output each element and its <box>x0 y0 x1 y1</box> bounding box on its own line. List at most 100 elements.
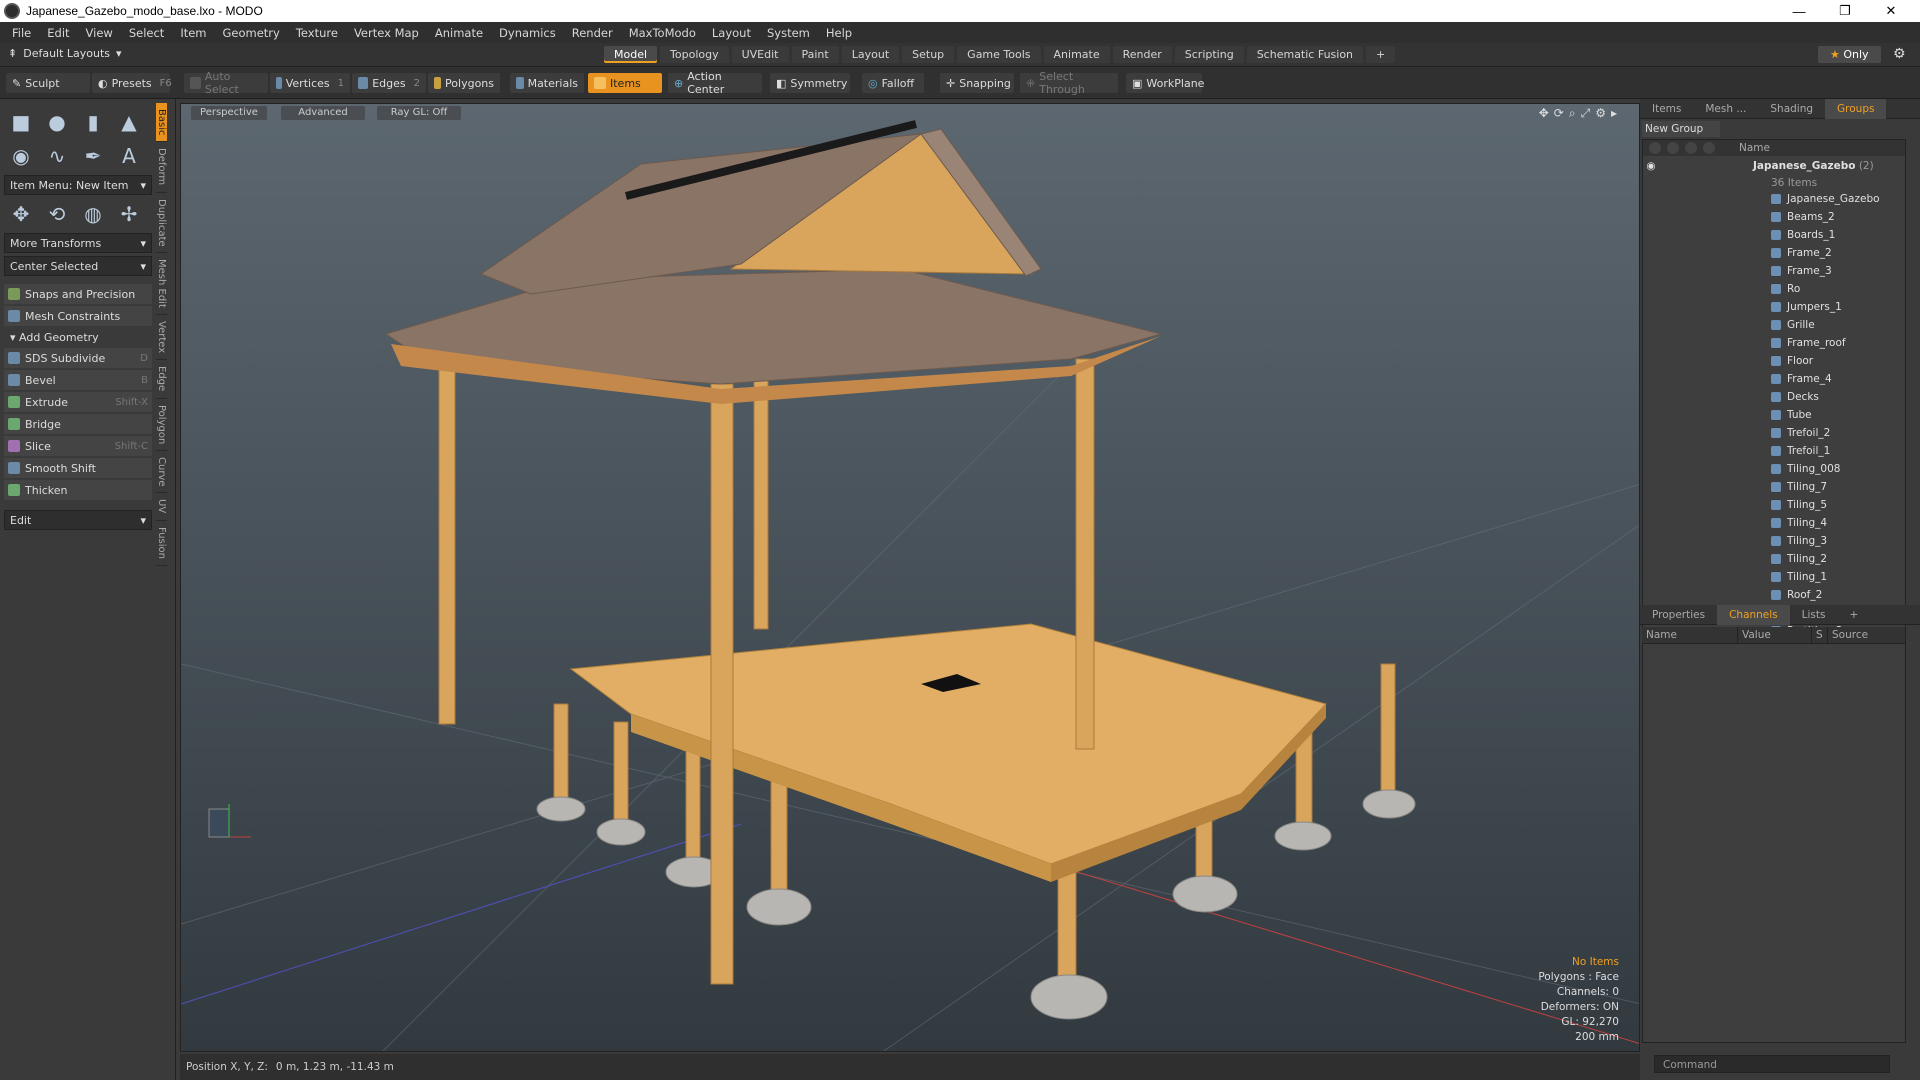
zoom-icon[interactable]: ⌕ <box>1569 106 1576 121</box>
auto-select-button[interactable]: Auto Select <box>184 70 268 96</box>
tree-item-row[interactable]: Tiling_2 <box>1643 550 1905 568</box>
only-toggle[interactable]: ★ Only <box>1818 46 1881 63</box>
vtab-deform[interactable]: Deform <box>156 142 167 193</box>
tab-items[interactable]: Items <box>1640 99 1693 119</box>
tree-item-row[interactable]: Frame_2 <box>1643 244 1905 262</box>
tree-item-row[interactable]: Tube <box>1643 406 1905 424</box>
tree-item-row[interactable]: Tiling_5 <box>1643 496 1905 514</box>
tab-animate[interactable]: Animate <box>1043 46 1110 63</box>
scale-icon[interactable]: ◍ <box>78 199 108 229</box>
view-perspective-button[interactable]: Perspective <box>191 106 267 120</box>
menu-vertex-map[interactable]: Vertex Map <box>346 26 427 40</box>
tab-mesh[interactable]: Mesh ... <box>1693 99 1758 119</box>
snaps-precision-button[interactable]: Snaps and Precision <box>4 284 152 304</box>
vtab-polygon[interactable]: Polygon <box>156 399 167 451</box>
group-row[interactable]: ◉ Japanese_Gazebo (2) <box>1643 156 1905 176</box>
tab-scripting[interactable]: Scripting <box>1174 46 1244 63</box>
center-selected-dropdown[interactable]: Center Selected ▾ <box>4 256 152 276</box>
sphere-icon[interactable]: ● <box>42 107 72 137</box>
more-transforms-dropdown[interactable]: More Transforms ▾ <box>4 233 152 253</box>
vtab-mesh-edit[interactable]: Mesh Edit <box>156 253 167 316</box>
snapping-button[interactable]: ✛ Snapping <box>940 73 1014 93</box>
sculpt-button[interactable]: ✎ Sculpt <box>6 73 90 93</box>
tree-item-row[interactable]: Floor <box>1643 352 1905 370</box>
menu-help[interactable]: Help <box>818 26 860 40</box>
text-tool-icon[interactable]: A <box>114 141 144 171</box>
rotate-icon[interactable]: ⟲ <box>42 199 72 229</box>
edit-dropdown[interactable]: Edit ▾ <box>4 510 152 530</box>
viewport-gear-icon[interactable]: ⚙ <box>1595 106 1606 121</box>
menu-geometry[interactable]: Geometry <box>215 26 288 40</box>
select-through-button[interactable]: ⁜ Select Through <box>1020 70 1118 96</box>
tab-render[interactable]: Render <box>1112 46 1172 63</box>
menu-edit[interactable]: Edit <box>39 26 77 40</box>
tab-lists[interactable]: Lists <box>1790 605 1838 625</box>
add-panel-tab-button[interactable]: + <box>1837 605 1870 625</box>
tree-item-row[interactable]: Frame_roof <box>1643 334 1905 352</box>
tab-paint[interactable]: Paint <box>791 46 839 63</box>
tree-item-row[interactable]: Tiling_7 <box>1643 478 1905 496</box>
tree-item-row[interactable]: Beams_2 <box>1643 208 1905 226</box>
gear-icon[interactable]: ⚙ <box>1893 46 1906 62</box>
mesh-constraints-button[interactable]: Mesh Constraints <box>4 306 152 326</box>
vtab-vertex[interactable]: Vertex <box>156 315 167 361</box>
menu-system[interactable]: System <box>759 26 818 40</box>
menu-animate[interactable]: Animate <box>427 26 491 40</box>
tree-item-row[interactable]: Decks <box>1643 388 1905 406</box>
orbit-icon[interactable]: ⟳ <box>1554 106 1564 121</box>
torus-icon[interactable]: ◉ <box>6 141 36 171</box>
pan-icon[interactable]: ✥ <box>1539 106 1549 121</box>
minimize-button[interactable]: — <box>1776 0 1822 22</box>
menu-item[interactable]: Item <box>172 26 214 40</box>
thicken-button[interactable]: Thicken <box>4 480 152 500</box>
close-button[interactable]: ✕ <box>1868 0 1914 22</box>
workplane-button[interactable]: ▣ WorkPlane <box>1126 73 1204 93</box>
menu-render[interactable]: Render <box>564 26 621 40</box>
action-center-button[interactable]: ⊕ Action Center <box>668 70 762 96</box>
tree-item-row[interactable]: Tiling_1 <box>1643 568 1905 586</box>
fit-icon[interactable]: ⤢ <box>1581 106 1591 121</box>
symmetry-button[interactable]: ◧ Symmetry <box>770 73 850 93</box>
raygl-button[interactable]: Ray GL: Off <box>377 106 461 120</box>
tab-channels[interactable]: Channels <box>1717 604 1790 625</box>
vtab-curve[interactable]: Curve <box>156 451 167 494</box>
sds-subdivide-button[interactable]: SDS Subdivide D <box>4 348 152 368</box>
pen-tool-icon[interactable]: ✒ <box>78 141 108 171</box>
presets-button[interactable]: ◐ Presets F6 <box>92 73 172 93</box>
add-tab-button[interactable]: + <box>1366 46 1396 63</box>
maximize-button[interactable]: ❐ <box>1822 0 1868 22</box>
tab-layout[interactable]: Layout <box>841 46 900 63</box>
vtab-duplicate[interactable]: Duplicate <box>156 193 167 254</box>
tree-item-row[interactable]: Boards_1 <box>1643 226 1905 244</box>
tree-item-row[interactable]: Japanese_Gazebo <box>1643 190 1905 208</box>
tree-item-row[interactable]: Tiling_008 <box>1643 460 1905 478</box>
tree-item-row[interactable]: Jumpers_1 <box>1643 298 1905 316</box>
extrude-button[interactable]: Extrude Shift-X <box>4 392 152 412</box>
vtab-basic[interactable]: Basic <box>156 103 167 143</box>
menu-texture[interactable]: Texture <box>288 26 346 40</box>
cube-icon[interactable]: ■ <box>6 107 36 137</box>
smooth-shift-button[interactable]: Smooth Shift <box>4 458 152 478</box>
transform-icon[interactable]: ✢ <box>114 199 144 229</box>
items-button[interactable]: Items <box>588 73 662 93</box>
item-menu-dropdown[interactable]: Item Menu: New Item ▾ <box>4 175 152 195</box>
vtab-edge[interactable]: Edge <box>156 360 167 399</box>
viewport-menu-icon[interactable]: ▸ <box>1611 106 1617 121</box>
tree-item-row[interactable]: Trefoil_2 <box>1643 424 1905 442</box>
tree-item-row[interactable]: Frame_4 <box>1643 370 1905 388</box>
bevel-button[interactable]: Bevel B <box>4 370 152 390</box>
eye-icon[interactable]: ◉ <box>1643 160 1753 172</box>
menu-maxtomodo[interactable]: MaxToModo <box>621 26 704 40</box>
command-input[interactable]: Command <box>1654 1055 1890 1073</box>
menu-select[interactable]: Select <box>121 26 172 40</box>
vertices-button[interactable]: Vertices 1 <box>270 73 350 93</box>
shading-advanced-button[interactable]: Advanced <box>281 106 365 120</box>
menu-layout[interactable]: Layout <box>704 26 759 40</box>
menu-view[interactable]: View <box>78 26 121 40</box>
tab-game-tools[interactable]: Game Tools <box>957 46 1041 63</box>
tab-properties[interactable]: Properties <box>1640 605 1717 625</box>
vtab-fusion[interactable]: Fusion <box>156 521 167 566</box>
tab-uvedit[interactable]: UVEdit <box>731 46 789 63</box>
vtab-uv[interactable]: UV <box>156 493 167 521</box>
move-icon[interactable]: ✥ <box>6 199 36 229</box>
